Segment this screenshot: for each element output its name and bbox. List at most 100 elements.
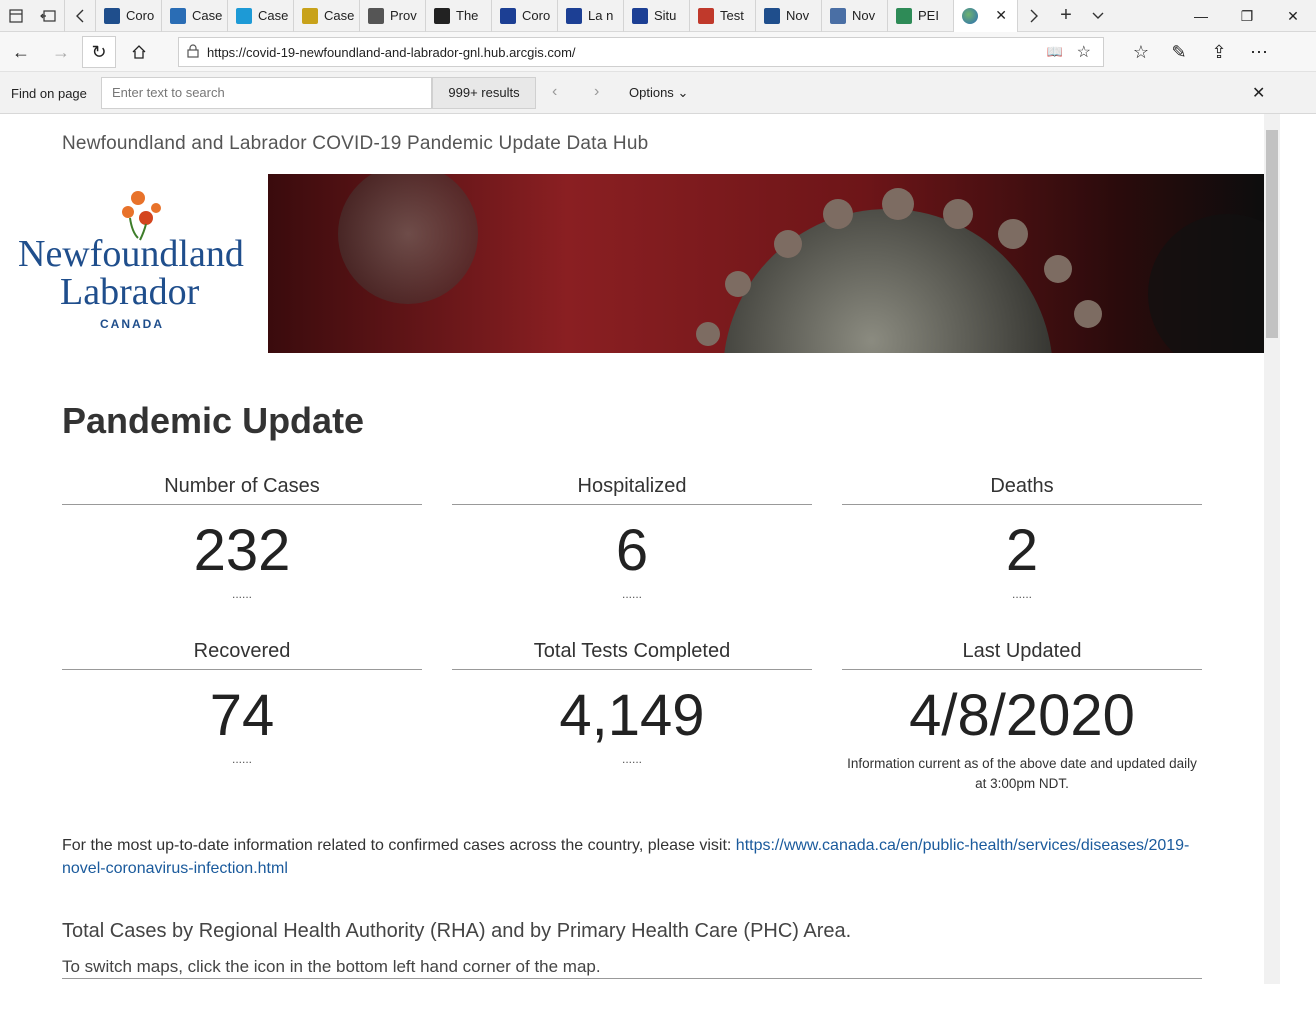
back-icon[interactable]: ← bbox=[4, 36, 38, 68]
close-find-icon[interactable]: ✕ bbox=[1252, 83, 1265, 103]
stat-cases: Number of Cases 232 ...... bbox=[62, 472, 422, 601]
globe-icon bbox=[962, 7, 978, 24]
logo-line-2: Labrador bbox=[60, 271, 200, 313]
lock-icon bbox=[187, 43, 199, 61]
tab-label: Prov bbox=[390, 8, 417, 23]
more-icon[interactable]: ⋯ bbox=[1242, 36, 1276, 68]
info-text: For the most up-to-date information rela… bbox=[62, 837, 736, 854]
chevron-down-icon: ⌄ bbox=[677, 85, 689, 100]
logo-line-3: CANADA bbox=[100, 317, 164, 331]
tab-label: Test bbox=[720, 8, 744, 23]
find-options-label: Options bbox=[629, 85, 674, 100]
reading-view-icon[interactable]: 📖 bbox=[1046, 44, 1062, 60]
tab-label: Case bbox=[324, 8, 355, 23]
stat-value: 4,149 bbox=[559, 683, 705, 748]
scrollbar-thumb[interactable] bbox=[1266, 130, 1278, 338]
tab-label: Nov bbox=[852, 8, 876, 23]
refresh-icon[interactable]: ↻ bbox=[82, 36, 116, 68]
tab-label: The bbox=[456, 8, 479, 23]
tab-bar: Coro Case Case Case Prov The Coro La n Situ Test N… bbox=[0, 0, 1316, 32]
scroll-tabs-right-icon[interactable] bbox=[1018, 0, 1050, 32]
section-title: Total Cases by Regional Health Authority… bbox=[62, 920, 852, 942]
stat-tests: Total Tests Completed 4,149 ...... bbox=[452, 637, 812, 766]
tab-preview-icon[interactable] bbox=[1082, 0, 1114, 32]
tab-favicon-icon bbox=[632, 7, 648, 24]
url-text: https://covid-19-newfoundland-and-labrad… bbox=[207, 44, 576, 60]
virus-banner-image bbox=[268, 174, 1264, 353]
tab-favicon-icon bbox=[170, 7, 186, 24]
tab-favicon-icon bbox=[896, 7, 912, 24]
tab-6[interactable]: Coro bbox=[492, 0, 558, 32]
tab-8[interactable]: Situ bbox=[624, 0, 690, 32]
find-options-button[interactable]: Options ⌄ bbox=[629, 85, 688, 101]
share-icon[interactable]: ⇪ bbox=[1202, 36, 1236, 68]
close-tab-icon[interactable]: ✕ bbox=[995, 7, 1007, 24]
stat-last-updated: Last Updated 4/8/2020 Information curren… bbox=[842, 637, 1202, 794]
home-icon[interactable] bbox=[122, 36, 156, 68]
restore-icon[interactable]: ❐ bbox=[1224, 0, 1270, 32]
stat-dots: ...... bbox=[621, 752, 642, 766]
page-heading: Pandemic Update bbox=[62, 400, 365, 441]
stat-value: 4/8/2020 bbox=[909, 683, 1135, 748]
close-window-icon[interactable]: ✕ bbox=[1270, 0, 1316, 32]
tab-label: Coro bbox=[126, 8, 155, 23]
tab-9[interactable]: Test bbox=[690, 0, 756, 32]
stat-label: Hospitalized bbox=[452, 472, 812, 505]
tab-12[interactable]: PEI bbox=[888, 0, 954, 32]
stat-dots: ...... bbox=[621, 587, 642, 601]
tab-active[interactable]: ✕ bbox=[954, 0, 1018, 32]
tab-label: Case bbox=[192, 8, 223, 23]
tab-favicon-icon bbox=[236, 7, 252, 24]
logo-line-1: Newfoundland bbox=[18, 233, 244, 275]
stat-value: 2 bbox=[1005, 518, 1039, 583]
tab-favicon-icon bbox=[830, 7, 846, 24]
stat-label: Recovered bbox=[62, 637, 422, 670]
nl-logo: Newfoundland Labrador CANADA bbox=[10, 174, 260, 354]
forward-icon[interactable]: → bbox=[44, 36, 78, 68]
hub-title: Newfoundland and Labrador COVID-19 Pande… bbox=[62, 133, 649, 154]
stat-value: 6 bbox=[615, 518, 649, 583]
favorites-hub-icon[interactable]: ☆ bbox=[1124, 36, 1158, 68]
find-input[interactable]: Enter text to search bbox=[101, 77, 432, 109]
stat-label: Deaths bbox=[842, 472, 1202, 505]
find-prev-icon[interactable]: ‹ bbox=[552, 83, 557, 101]
stat-value: 74 bbox=[209, 683, 275, 748]
stat-value: 232 bbox=[193, 518, 291, 583]
stat-dots: ...... bbox=[231, 587, 252, 601]
tab-label: Coro bbox=[522, 8, 551, 23]
tab-favicon-icon bbox=[302, 7, 318, 24]
tab-5[interactable]: The bbox=[426, 0, 492, 32]
find-bar: Find on page Enter text to search 999+ r… bbox=[0, 72, 1316, 114]
divider bbox=[62, 978, 1202, 979]
tab-3[interactable]: Case bbox=[294, 0, 360, 32]
stat-dots: ...... bbox=[1011, 587, 1032, 601]
tab-label: PEI bbox=[918, 8, 939, 23]
new-tab-icon[interactable]: + bbox=[1050, 0, 1082, 32]
tab-favicon-icon bbox=[566, 7, 582, 24]
tab-actions-icon[interactable] bbox=[0, 0, 32, 32]
tab-favicon-icon bbox=[368, 7, 384, 24]
find-label: Find on page bbox=[11, 86, 87, 101]
find-results: 999+ results bbox=[432, 77, 536, 109]
tab-7[interactable]: La n bbox=[558, 0, 624, 32]
tab-favicon-icon bbox=[104, 7, 120, 24]
tab-label: Situ bbox=[654, 8, 677, 23]
scroll-tabs-left-icon[interactable] bbox=[64, 0, 96, 32]
tab-4[interactable]: Prov bbox=[360, 0, 426, 32]
minimize-icon[interactable]: — bbox=[1178, 0, 1224, 32]
stat-deaths: Deaths 2 ...... bbox=[842, 472, 1202, 601]
stat-label: Total Tests Completed bbox=[452, 637, 812, 670]
tab-2[interactable]: Case bbox=[228, 0, 294, 32]
stat-label: Last Updated bbox=[842, 637, 1202, 670]
favorite-star-icon[interactable]: ☆ bbox=[1077, 42, 1091, 62]
tab-11[interactable]: Nov bbox=[822, 0, 888, 32]
find-next-icon[interactable]: › bbox=[594, 83, 599, 101]
stat-hospitalized: Hospitalized 6 ...... bbox=[452, 472, 812, 601]
set-aside-tabs-icon[interactable] bbox=[32, 0, 64, 32]
pen-icon[interactable]: ✎ bbox=[1162, 36, 1196, 68]
tab-10[interactable]: Nov bbox=[756, 0, 822, 32]
tab-1[interactable]: Case bbox=[162, 0, 228, 32]
tab-0[interactable]: Coro bbox=[96, 0, 162, 32]
address-bar[interactable]: https://covid-19-newfoundland-and-labrad… bbox=[178, 37, 1104, 67]
tab-favicon-icon bbox=[764, 7, 780, 24]
